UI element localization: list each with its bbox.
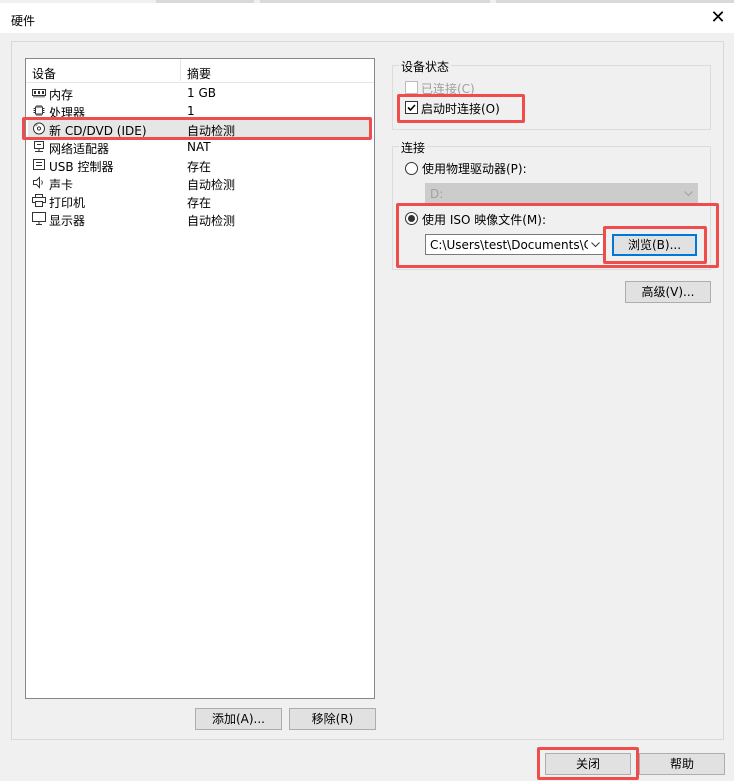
column-header-summary[interactable]: 摘要 bbox=[187, 65, 211, 82]
usb-controller-icon bbox=[33, 159, 45, 170]
device-summary: 存在 bbox=[187, 160, 212, 174]
connect-at-power-on-checkbox[interactable] bbox=[405, 101, 418, 114]
device-name: 声卡 bbox=[49, 178, 74, 192]
device-summary: NAT bbox=[187, 140, 211, 154]
device-summary: 存在 bbox=[187, 196, 212, 210]
device-name: 内存 bbox=[49, 88, 74, 102]
device-name: USB 控制器 bbox=[49, 160, 114, 174]
device-summary: 1 bbox=[187, 104, 195, 118]
connection-title: 连接 bbox=[399, 139, 428, 156]
memory-icon bbox=[32, 89, 46, 98]
device-row-usb-controller[interactable]: USB 控制器 存在 bbox=[28, 156, 372, 174]
browse-button[interactable]: 浏览(B)... bbox=[612, 234, 697, 256]
device-summary: 1 GB bbox=[187, 86, 216, 100]
device-summary: 自动检测 bbox=[187, 178, 236, 192]
device-name: 网络适配器 bbox=[49, 142, 110, 156]
device-row-processor[interactable]: 处理器 1 bbox=[28, 102, 372, 120]
network-adapter-icon bbox=[34, 141, 44, 152]
sound-card-icon bbox=[33, 176, 43, 189]
physical-drive-label: 使用物理驱动器(P): bbox=[422, 162, 527, 176]
connected-checkbox[interactable] bbox=[405, 81, 418, 94]
column-separator bbox=[180, 59, 181, 81]
physical-drive-value: D: bbox=[430, 187, 444, 201]
device-name: 处理器 bbox=[49, 106, 86, 120]
cd-dvd-icon bbox=[33, 122, 45, 135]
chevron-down-icon bbox=[591, 242, 600, 248]
chevron-down-icon bbox=[684, 191, 693, 197]
device-name: 打印机 bbox=[49, 196, 86, 210]
help-button[interactable]: 帮助 bbox=[639, 753, 725, 775]
connect-at-power-on-label: 启动时连接(O) bbox=[421, 102, 500, 116]
device-list-header: 设备 摘要 bbox=[26, 59, 374, 83]
connected-label: 已连接(C) bbox=[421, 82, 475, 96]
close-icon[interactable]: ✕ bbox=[707, 7, 729, 29]
physical-drive-select[interactable]: D: bbox=[425, 183, 698, 204]
device-summary: 自动检测 bbox=[187, 214, 236, 228]
device-row-display[interactable]: 显示器 自动检测 bbox=[28, 210, 372, 228]
window-title: 硬件 bbox=[11, 14, 36, 28]
device-status-group: 设备状态 bbox=[392, 58, 711, 130]
device-name: 显示器 bbox=[49, 214, 86, 228]
column-header-device[interactable]: 设备 bbox=[32, 65, 56, 82]
device-row-cd-dvd[interactable]: 新 CD/DVD (IDE) 自动检测 bbox=[28, 120, 372, 138]
radio-dot bbox=[408, 215, 415, 222]
add-device-button[interactable]: 添加(A)... bbox=[195, 708, 282, 730]
device-list[interactable]: 设备 摘要 内存 1 GB 处理器 1 新 CD/DVD (IDE) 自动检测 … bbox=[25, 58, 375, 699]
advanced-button[interactable]: 高级(V)... bbox=[625, 281, 711, 303]
title-bar: 硬件 ✕ bbox=[0, 3, 734, 33]
device-row-network-adapter[interactable]: 网络适配器 NAT bbox=[28, 138, 372, 156]
checkmark-icon bbox=[407, 104, 416, 112]
close-button[interactable]: 关闭 bbox=[545, 753, 631, 775]
printer-icon bbox=[32, 194, 46, 207]
device-row-sound-card[interactable]: 声卡 自动检测 bbox=[28, 174, 372, 192]
iso-image-label: 使用 ISO 映像文件(M): bbox=[422, 213, 546, 227]
display-icon bbox=[32, 212, 46, 225]
device-summary: 自动检测 bbox=[187, 124, 236, 138]
device-row-memory[interactable]: 内存 1 GB bbox=[28, 84, 372, 102]
iso-path-combobox[interactable]: C:\Users\test\Documents\Cc bbox=[425, 234, 605, 255]
device-row-printer[interactable]: 打印机 存在 bbox=[28, 192, 372, 210]
processor-icon bbox=[33, 105, 45, 116]
device-status-title: 设备状态 bbox=[399, 58, 452, 75]
device-name: 新 CD/DVD (IDE) bbox=[49, 124, 147, 138]
iso-image-radio[interactable] bbox=[405, 212, 418, 225]
iso-path-value: C:\Users\test\Documents\Cc bbox=[430, 238, 588, 252]
remove-device-button[interactable]: 移除(R) bbox=[289, 708, 376, 730]
physical-drive-radio[interactable] bbox=[405, 162, 418, 175]
